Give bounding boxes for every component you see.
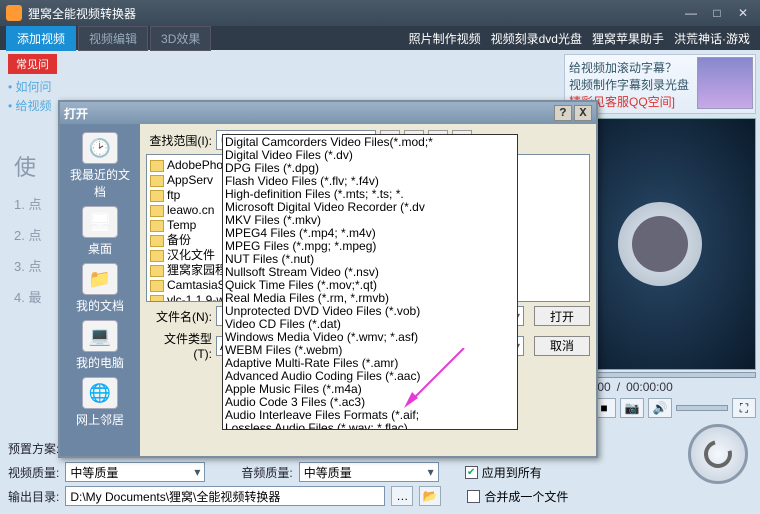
mydocs-icon: 📁: [82, 263, 118, 295]
place-mycomputer[interactable]: 💻 我的电脑: [65, 318, 135, 373]
folder-label: Temp: [167, 218, 196, 233]
open-button[interactable]: 打开: [534, 306, 590, 326]
folder-icon: [150, 220, 164, 232]
chevron-down-icon: ▾: [428, 465, 434, 479]
vq-value: 中等质量: [70, 464, 118, 481]
time-total: 00:00:00: [626, 380, 673, 394]
dialog-help-button[interactable]: ?: [554, 105, 572, 121]
link-photo-video[interactable]: 照片制作视频: [409, 30, 481, 47]
tab-add-video[interactable]: 添加视频: [6, 26, 76, 51]
folder-icon: [150, 175, 164, 187]
titlebar: 狸窝全能视频转换器 — □ ✕: [0, 0, 760, 26]
folder-label: ftp: [167, 188, 180, 203]
fullscreen-button[interactable]: ⛶: [732, 398, 756, 418]
time-sep: /: [617, 380, 620, 394]
apply-all-label: 应用到所有: [482, 464, 542, 481]
folder-icon: [150, 235, 164, 247]
faq-badge[interactable]: 常见问: [8, 54, 57, 74]
place-label: 我的文档: [76, 299, 124, 313]
folder-icon: [150, 205, 164, 217]
folder-label: 汉化文件: [167, 248, 215, 263]
folder-icon: [150, 265, 164, 277]
places-bar: 🕑 我最近的文档 🖥 桌面 📁 我的文档 💻 我的电脑 🌐 网上邻居: [60, 124, 140, 456]
faq-item[interactable]: • 给视频: [8, 97, 52, 114]
folder-label: 备份: [167, 233, 191, 248]
outdir-field[interactable]: D:\My Documents\狸窝\全能视频转换器: [65, 486, 385, 506]
network-icon: 🌐: [82, 377, 118, 409]
snapshot-button[interactable]: 📷: [620, 398, 644, 418]
browse-outdir-button[interactable]: …: [391, 486, 413, 506]
aq-label: 音频质量:: [241, 464, 292, 481]
minimize-button[interactable]: —: [680, 5, 702, 21]
place-network[interactable]: 🌐 网上邻居: [65, 375, 135, 430]
window-title: 狸窝全能视频转换器: [28, 5, 676, 22]
place-desktop[interactable]: 🖥 桌面: [65, 204, 135, 259]
recent-icon: 🕑: [82, 132, 118, 164]
dialog-close-button[interactable]: X: [574, 105, 592, 121]
link-apple-helper[interactable]: 狸窝苹果助手: [592, 30, 664, 47]
video-quality-select[interactable]: 中等质量 ▾: [65, 462, 205, 482]
place-recent[interactable]: 🕑 我最近的文档: [65, 130, 135, 202]
filetype-label: 文件类型(T):: [146, 330, 212, 361]
folder-icon: [150, 280, 164, 292]
folder-label: vlc-1.1.9-wi: [167, 293, 228, 302]
dialog-titlebar: 打开 ? X: [60, 102, 596, 124]
audio-quality-select[interactable]: 中等质量 ▾: [299, 462, 439, 482]
folder-label: leawo.cn: [167, 203, 214, 218]
folder-label: AppServ: [167, 173, 213, 188]
convert-icon: [699, 435, 737, 473]
merge-checkbox[interactable]: [467, 490, 480, 503]
tab-edit-video[interactable]: 视频编辑: [78, 26, 148, 51]
place-label: 桌面: [88, 242, 112, 256]
mycomputer-icon: 💻: [82, 320, 118, 352]
convert-button[interactable]: [688, 424, 748, 484]
faq-bullets: • 如何问 • 给视频: [8, 76, 52, 116]
place-label: 我最近的文档: [70, 168, 130, 199]
vq-label: 视频质量:: [8, 464, 59, 481]
filetype-dropdown-list[interactable]: Digital Camcorders Video Files(*.mod;*Di…: [222, 134, 518, 430]
top-links: 照片制作视频 视频刻录dvd光盘 狸窝苹果助手 洪荒神话·游戏: [409, 30, 750, 47]
cancel-button[interactable]: 取消: [534, 336, 590, 356]
close-button[interactable]: ✕: [732, 5, 754, 21]
dialog-title: 打开: [64, 105, 554, 122]
lookin-label: 查找范围(I):: [146, 132, 212, 149]
place-label: 我的电脑: [76, 356, 124, 370]
faq-item[interactable]: • 如何问: [8, 78, 52, 95]
open-outdir-button[interactable]: 📂: [419, 486, 441, 506]
film-reel-icon: [618, 202, 702, 286]
chevron-down-icon: ▾: [194, 465, 200, 479]
promo-image: [697, 57, 753, 109]
maximize-button[interactable]: □: [706, 5, 728, 21]
aq-value: 中等质量: [304, 464, 352, 481]
place-mydocs[interactable]: 📁 我的文档: [65, 261, 135, 316]
preset-label: 预置方案:: [8, 440, 59, 457]
filetype-option[interactable]: Lossless Audio Files (*.wav; *.flac): [225, 422, 515, 430]
apply-all-checkbox[interactable]: ✔: [465, 466, 478, 479]
app-logo-icon: [6, 5, 22, 21]
folder-icon: [150, 250, 164, 262]
desktop-icon: 🖥: [82, 206, 118, 238]
filename-label: 文件名(N):: [146, 308, 212, 325]
place-label: 网上邻居: [76, 413, 124, 427]
volume-button[interactable]: 🔊: [648, 398, 672, 418]
link-game[interactable]: 洪荒神话·游戏: [674, 30, 750, 47]
link-burn-dvd[interactable]: 视频刻录dvd光盘: [491, 30, 582, 47]
folder-icon: [150, 295, 164, 303]
volume-slider[interactable]: [676, 405, 728, 411]
tab-3d-fx[interactable]: 3D效果: [150, 26, 211, 51]
folder-icon: [150, 190, 164, 202]
folder-icon: [150, 160, 164, 172]
